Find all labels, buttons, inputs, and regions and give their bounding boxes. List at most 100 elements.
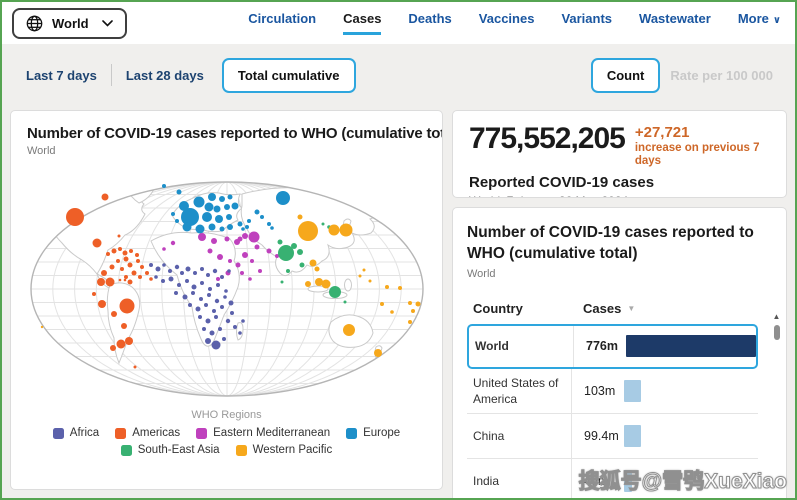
map-bubble[interactable] [299, 262, 304, 268]
map-bubble[interactable] [237, 221, 242, 227]
map-bubble[interactable] [197, 233, 206, 241]
map-bubble[interactable] [192, 271, 197, 275]
map-bubble[interactable] [173, 291, 178, 295]
map-bubble[interactable] [389, 310, 394, 314]
map-bubble[interactable] [195, 306, 200, 312]
map-bubble[interactable] [225, 318, 230, 324]
map-bubble[interactable] [208, 223, 215, 231]
map-bubble[interactable] [410, 309, 415, 313]
map-bubble[interactable] [343, 300, 346, 304]
map-bubble[interactable] [182, 222, 191, 232]
map-bubble[interactable] [219, 305, 224, 309]
table-row-china[interactable]: China 99.4m [467, 414, 758, 460]
map-bubble[interactable] [201, 212, 212, 222]
map-bubble[interactable] [232, 325, 237, 329]
map-bubble[interactable] [297, 221, 318, 241]
map-bubble[interactable] [214, 215, 223, 223]
map-bubble[interactable] [111, 248, 116, 254]
column-header-country[interactable]: Country [467, 301, 571, 316]
tab-vaccines[interactable]: Vaccines [479, 11, 535, 35]
map-bubble[interactable] [144, 271, 149, 275]
map-bubble[interactable] [199, 267, 204, 271]
map-bubble[interactable] [309, 259, 316, 267]
map-bubble[interactable] [118, 278, 121, 282]
sort-desc-icon[interactable]: ▼ [627, 304, 635, 313]
map-bubble[interactable] [168, 276, 173, 282]
map-bubble[interactable] [127, 262, 132, 268]
map-bubble[interactable] [203, 303, 208, 307]
map-bubble[interactable] [170, 212, 175, 216]
map-bubble[interactable] [226, 224, 233, 230]
map-bubble[interactable] [120, 323, 127, 329]
map-bubble[interactable] [215, 277, 220, 281]
tab-variants[interactable]: Variants [561, 11, 612, 35]
map-bubble[interactable] [198, 297, 203, 301]
map-bubble[interactable] [216, 254, 223, 260]
map-bubble[interactable] [254, 209, 259, 215]
map-bubble[interactable] [213, 315, 218, 319]
map-bubble[interactable] [127, 279, 132, 285]
metric-rate-per-100-000[interactable]: Rate per 100 000 [660, 60, 783, 91]
map-bubble[interactable] [285, 269, 290, 273]
map-bubble[interactable] [109, 264, 114, 270]
map-bubble[interactable] [174, 264, 179, 270]
scrollbar-thumb[interactable] [773, 325, 780, 340]
map-bubble[interactable] [254, 244, 259, 250]
map-bubble[interactable] [97, 300, 106, 308]
map-bubble[interactable] [205, 318, 210, 324]
map-bubble[interactable] [179, 271, 184, 275]
map-bubble[interactable] [40, 325, 43, 329]
map-bubble[interactable] [191, 284, 196, 290]
map-bubble[interactable] [210, 238, 217, 244]
map-bubble[interactable] [123, 278, 126, 282]
map-bubble[interactable] [195, 224, 204, 234]
map-bubble[interactable] [176, 283, 181, 287]
map-bubble[interactable] [223, 289, 228, 293]
map-bubble[interactable] [131, 270, 136, 276]
map-bubble[interactable] [407, 301, 412, 305]
map-bubble[interactable] [241, 252, 248, 258]
map-bubble[interactable] [209, 330, 214, 336]
map-bubble[interactable] [226, 269, 231, 273]
map-bubble[interactable] [217, 327, 222, 331]
map-bubble[interactable] [65, 208, 84, 226]
map-bubble[interactable] [229, 311, 234, 315]
map-bubble[interactable] [277, 239, 282, 245]
map-bubble[interactable] [280, 280, 283, 284]
map-bubble[interactable] [201, 327, 206, 331]
map-bubble[interactable] [241, 233, 248, 239]
map-bubble[interactable] [133, 365, 136, 369]
map-bubble[interactable] [148, 263, 153, 267]
map-bubble[interactable] [237, 331, 242, 335]
map-bubble[interactable] [244, 225, 249, 229]
map-bubble[interactable] [170, 240, 175, 246]
map-bubble[interactable] [215, 283, 220, 287]
map-bubble[interactable] [207, 248, 212, 254]
map-bubble[interactable] [205, 273, 210, 277]
map-bubble[interactable] [223, 204, 230, 210]
tab-wastewater[interactable]: Wastewater [639, 11, 711, 35]
map-bubble[interactable] [135, 259, 140, 263]
map-bubble[interactable] [91, 292, 96, 296]
map-bubble[interactable] [137, 275, 142, 279]
map-bubble[interactable] [225, 214, 232, 220]
map-bubble[interactable] [206, 293, 211, 297]
map-bubble[interactable] [231, 202, 238, 210]
map-bubble[interactable] [227, 259, 232, 263]
map-bubble[interactable] [117, 234, 120, 238]
map-bubble[interactable] [109, 345, 116, 351]
map-bubble[interactable] [92, 238, 101, 248]
tab-more[interactable]: More ∨ [738, 11, 781, 35]
map-bubble[interactable] [213, 205, 220, 213]
map-bubble[interactable] [221, 337, 226, 341]
map-bubble[interactable] [187, 303, 192, 307]
map-bubble[interactable] [134, 253, 139, 257]
map-bubble[interactable] [415, 301, 420, 307]
table-row-world[interactable]: World 776m [467, 323, 758, 369]
map-bubble[interactable] [247, 277, 252, 281]
table-row-united-states-of-america[interactable]: United States of America 103m [467, 368, 758, 415]
map-bubble[interactable] [182, 294, 187, 300]
map-bubble[interactable] [249, 259, 254, 263]
tab-deaths[interactable]: Deaths [408, 11, 451, 35]
map-bubble[interactable] [259, 215, 264, 219]
